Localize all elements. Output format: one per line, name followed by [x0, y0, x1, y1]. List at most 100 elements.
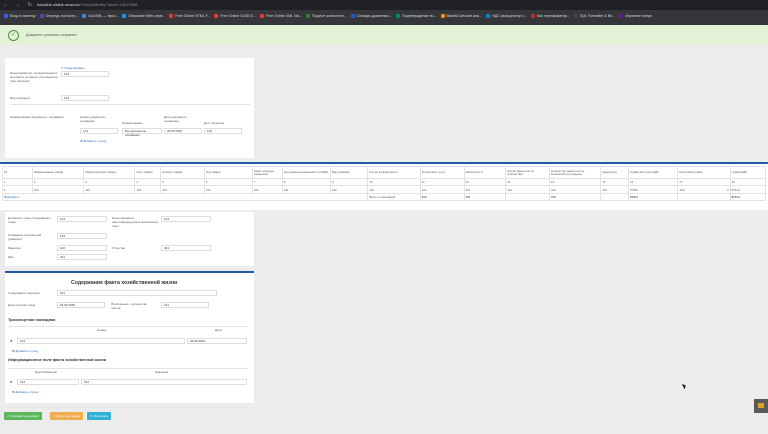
basis-label: Основание полномочий (доверия): [8, 233, 42, 241]
bookmark-item[interactable]: Описание Web-серв...: [122, 14, 165, 19]
operation-input[interactable]: 123: [61, 95, 109, 101]
address-bar[interactable]: ddoclink.cislink.moscow/Torkog/Modify?do…: [37, 2, 137, 7]
sign-button[interactable]: ✎ Подписать: [87, 412, 112, 420]
table-cell[interactable]: 312: [419, 185, 465, 194]
bookmark-item[interactable]: Подсчет количеств...: [305, 14, 347, 19]
column-number: 13: [505, 178, 551, 186]
table-cell[interactable]: 312: [203, 185, 254, 194]
bookmark-item[interactable]: SQL Formatter & Be...: [573, 14, 616, 19]
waybill-number-input[interactable]: 123: [17, 338, 185, 344]
goods-table-topbar: [0, 162, 768, 164]
column-header: Код товара: [203, 166, 254, 179]
col-number-label: Номер документа - основания: [80, 115, 107, 123]
bookmark-label: Free Online GUID G...: [220, 14, 257, 18]
table-cell[interactable]: 10% ▾: [677, 185, 731, 194]
info-value-input[interactable]: 312: [81, 379, 247, 385]
bookmark-favicon-icon: [395, 14, 400, 19]
total-value: 87344: [628, 193, 679, 201]
bookmarks-bar: Вход в систему Очередь на постр... DocXML …: [0, 10, 768, 25]
bookmark-favicon-icon: [169, 14, 174, 19]
column-number: 6: [203, 178, 254, 186]
remove-row-icon[interactable]: ✖: [10, 380, 13, 384]
doc-name-input[interactable]: Без документа-основания: [122, 128, 162, 137]
table-cell[interactable]: 312: [600, 185, 630, 194]
bookmark-item[interactable]: DocXML — прос...: [82, 14, 118, 19]
info-add-link[interactable]: ✚ Добавить строку: [12, 390, 39, 394]
bookmark-item[interactable]: Очередь на постр...: [39, 14, 78, 19]
doc-extra-input[interactable]: 123: [204, 128, 242, 134]
notification-icon[interactable]: [754, 399, 768, 413]
bookmark-item[interactable]: Free Online HTML F...: [169, 14, 210, 19]
table-cell[interactable]: 8734.4: [729, 185, 767, 194]
chevron-down-icon[interactable]: ▾: [727, 188, 728, 192]
bookmark-item[interactable]: Как перефоматир...: [531, 14, 570, 19]
bookmark-item[interactable]: Словарь доменных...: [350, 14, 392, 19]
date-input[interactable]: 26.05.2025: [57, 302, 105, 308]
table-cell[interactable]: 312: [549, 185, 602, 194]
bookmark-item[interactable]: Изучение опера: [619, 14, 652, 19]
patronymic-label: Отчество: [112, 246, 126, 250]
table-cell[interactable]: 87344: [628, 185, 679, 194]
identifier-input[interactable]: 123: [61, 71, 109, 77]
bookmark-favicon-icon: [122, 14, 127, 19]
doc-date-input[interactable]: 26.05.2025: [164, 128, 202, 134]
other-info-input[interactable]: 123: [161, 216, 211, 222]
add-goods-link[interactable]: ✚ Добавить: [4, 195, 20, 199]
doc-number-input[interactable]: 123: [80, 128, 118, 134]
back-button[interactable]: ↩ Вернуться назад: [50, 412, 83, 420]
bookmark-favicon-icon: [4, 14, 8, 19]
bookmark-favicon-icon: [260, 14, 265, 19]
column-header: Налоговая ставка: [677, 166, 731, 179]
mouse-cursor-icon: [681, 382, 688, 390]
table-cell[interactable]: 321: [281, 185, 331, 194]
info-id-input[interactable]: 123: [17, 379, 79, 385]
browser-nav-icons[interactable]: ← → ↻: [3, 2, 35, 8]
waybill-title: Транспортная накладная: [8, 318, 56, 322]
total-value: 8734.4: [729, 193, 767, 201]
bookmark-item[interactable]: Подтверждение по...: [395, 14, 437, 19]
table-cell[interactable]: 312: [367, 185, 421, 194]
bookmark-item[interactable]: Free Online GUID G...: [214, 14, 257, 19]
position-input[interactable]: 123: [57, 216, 107, 222]
appendix-input[interactable]: 231: [161, 302, 209, 308]
table-row: 1 123 123 123 123 312 321 321 312 312 312 312 312 312…: [2, 185, 767, 194]
table-cell[interactable]: 312: [463, 185, 507, 194]
table-cell[interactable]: 312: [329, 185, 369, 194]
content-label: Содержание операции: [8, 291, 40, 295]
basis-input[interactable]: 123: [57, 233, 107, 239]
column-number: 2: [31, 178, 85, 186]
table-cell[interactable]: 123: [83, 185, 136, 194]
cell-value: 312: [551, 187, 556, 192]
name-input[interactable]: 321: [57, 254, 107, 260]
column-number: 3: [83, 178, 136, 186]
cell-value: 312: [602, 187, 607, 192]
bookmark-label: Изучение опера: [625, 14, 652, 18]
save-button[interactable]: ✔ Сохранить документ: [4, 412, 43, 420]
bookmark-label: SQL Formatter & Be...: [579, 14, 616, 18]
table-cell[interactable]: 123: [134, 185, 162, 194]
add-doc-row-link[interactable]: ✚ Добавить строку: [80, 139, 107, 143]
remove-row-icon[interactable]: ✖: [10, 339, 13, 343]
table-cell[interactable]: 321: [252, 185, 283, 194]
table-cell[interactable]: 312: [505, 185, 551, 194]
bookmark-item[interactable]: Base64 Decode and...: [440, 14, 482, 19]
column-number: 8: [281, 178, 331, 186]
bookmark-item[interactable]: НДС калькулятор с...: [486, 14, 527, 19]
patronymic-input[interactable]: 321: [161, 245, 211, 251]
column-number: 1: [2, 178, 33, 186]
divider: [8, 368, 248, 369]
waybill-add-link[interactable]: ✚ Добавить строку: [12, 349, 39, 353]
waybill-date-input[interactable]: 26.05.2025: [187, 338, 247, 344]
table-cell[interactable]: 123: [31, 185, 85, 194]
edit-link[interactable]: ✎ Редактировать: [61, 66, 85, 70]
appendix-label: Приложения - количество листов: [111, 302, 147, 310]
table-cell[interactable]: 123: [160, 185, 205, 194]
bookmark-item[interactable]: Вход в систему: [4, 14, 36, 19]
fact-topbar: [5, 271, 254, 273]
bookmark-favicon-icon: [619, 14, 624, 19]
surname-input[interactable]: 132: [57, 245, 107, 251]
bookmark-label: Free Online XML Val...: [266, 14, 302, 18]
content-input[interactable]: 321: [57, 290, 217, 296]
bookmark-item[interactable]: Free Online XML Val...: [260, 14, 302, 19]
goods-table: № Наименование товара Характеристика товар…: [1, 166, 767, 201]
